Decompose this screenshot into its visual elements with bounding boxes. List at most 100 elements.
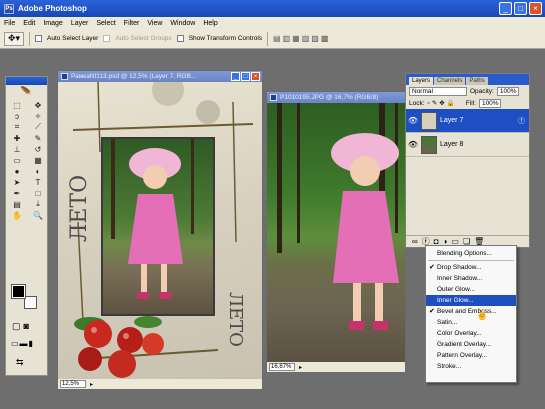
auto-select-groups-label: Auto Select Groups: [115, 35, 172, 42]
foreground-color-swatch[interactable]: [11, 284, 26, 299]
photo-canvas[interactable]: [267, 103, 405, 362]
healing-brush-tool-icon[interactable]: ✚: [7, 133, 27, 143]
menu-item-label: Drop Shadow...: [437, 264, 482, 271]
gradient-tool-icon[interactable]: ▦: [28, 155, 48, 165]
imageready-jump-icon[interactable]: ⇆: [16, 357, 24, 368]
type-tool-icon[interactable]: T: [28, 177, 48, 187]
blur-tool-icon[interactable]: ●: [7, 166, 27, 176]
tab-paths[interactable]: Paths: [466, 77, 488, 85]
menu-item-stroke[interactable]: Stroke...: [426, 361, 516, 372]
dodge-tool-icon[interactable]: ◐: [28, 166, 48, 176]
menu-view[interactable]: View: [147, 20, 162, 27]
menu-item-blending-options[interactable]: Blending Options...: [426, 248, 516, 259]
menu-item-inner-shadow[interactable]: Inner Shadow...: [426, 273, 516, 284]
notes-tool-icon[interactable]: ▤: [7, 199, 27, 209]
layer-row[interactable]: 👁 Layer 8: [406, 133, 529, 157]
close-button[interactable]: ×: [529, 2, 542, 15]
marquee-tool-icon[interactable]: ⬚: [7, 100, 27, 110]
toolbox-header: [6, 77, 47, 85]
document-window-frame: РамкаNf113.psd @ 12,5% (Layer 7, RGB... …: [57, 70, 263, 390]
menu-item-color-overlay[interactable]: Color Overlay...: [426, 328, 516, 339]
frame-text-right: ЛЕТО: [225, 292, 246, 347]
menu-item-bevel-emboss[interactable]: ✔ Bevel and Emboss...: [426, 306, 516, 317]
move-tool-icon[interactable]: ✥: [28, 100, 48, 110]
auto-select-layer-checkbox[interactable]: [35, 35, 42, 42]
auto-select-groups-checkbox[interactable]: [103, 35, 111, 42]
menu-edit[interactable]: Edit: [23, 20, 35, 27]
show-transform-controls-checkbox[interactable]: [176, 35, 184, 42]
app-title: Adobe Photoshop: [18, 4, 87, 13]
document-window-controls: _ □ ×: [231, 72, 260, 81]
lock-icons[interactable]: ▫✎✥🔒: [428, 99, 457, 107]
hand-tool-icon[interactable]: ✋: [7, 210, 27, 220]
auto-select-layer-label: Auto Select Layer: [47, 35, 99, 42]
panel-tabs: Layers Channels Paths: [406, 74, 529, 85]
menu-bar: File Edit Image Layer Select Filter View…: [0, 17, 545, 29]
zoom-field[interactable]: 12,5%: [60, 380, 86, 388]
menu-item-inner-glow[interactable]: Inner Glow...: [426, 295, 516, 306]
background-color-swatch[interactable]: [24, 296, 37, 309]
eye-icon[interactable]: 👁: [408, 140, 418, 150]
menu-separator: [428, 260, 514, 261]
layer-effects-icon[interactable]: ⓕ: [518, 116, 525, 126]
menu-window[interactable]: Window: [170, 20, 195, 27]
menu-image[interactable]: Image: [43, 20, 62, 27]
zoom-tool-icon[interactable]: 🔍: [28, 210, 48, 220]
link-layers-icon[interactable]: ∞: [412, 237, 418, 246]
menu-item-satin[interactable]: Satin...: [426, 317, 516, 328]
menu-help[interactable]: Help: [203, 20, 217, 27]
clone-stamp-tool-icon[interactable]: ⊥: [7, 144, 27, 154]
menu-item-pattern-overlay[interactable]: Pattern Overlay...: [426, 350, 516, 361]
eye-icon[interactable]: 👁: [408, 116, 418, 126]
separator: [29, 31, 30, 46]
blend-mode-select[interactable]: Normal: [409, 86, 467, 96]
maximize-button[interactable]: □: [514, 2, 527, 15]
tab-channels[interactable]: Channels: [434, 77, 466, 85]
crop-tool-icon[interactable]: ⌗: [7, 122, 27, 132]
slice-tool-icon[interactable]: ⟋: [28, 122, 48, 132]
shape-tool-icon[interactable]: □: [28, 188, 48, 198]
lasso-tool-icon[interactable]: ↄ: [7, 111, 27, 121]
status-arrow-icon[interactable]: ▸: [299, 364, 302, 371]
pen-tool-icon[interactable]: ✒: [7, 188, 27, 198]
frame-canvas[interactable]: ЛЕТО ЛЕТО: [58, 82, 262, 379]
document-icon: [61, 73, 68, 80]
move-tool-preset-icon[interactable]: ✥▾: [4, 31, 24, 46]
document-title-bar[interactable]: P1010195.JPG @ 16,7% (RGB/8): [267, 92, 405, 103]
opacity-label: Opacity:: [470, 87, 494, 95]
title-bar: Ps Adobe Photoshop: [0, 0, 545, 17]
menu-item-drop-shadow[interactable]: ✔ Drop Shadow...: [426, 262, 516, 273]
eyedropper-tool-icon[interactable]: ⤓: [28, 199, 48, 209]
menu-item-outer-glow[interactable]: Outer Glow...: [426, 284, 516, 295]
doc-minimize-button[interactable]: _: [231, 72, 240, 81]
menu-item-gradient-overlay[interactable]: Gradient Overlay...: [426, 339, 516, 350]
toolbox: 🪶 ⬚ ✥ ↄ ✧ ⌗ ⟋ ✚ ✎ ⊥ ↺ ▭ ▦ ● ◐ ➤ T ✒ □ ▤ …: [5, 76, 48, 376]
document-title: P1010195.JPG @ 16,7% (RGB/8): [280, 94, 379, 101]
document-title: РамкаNf113.psd @ 12,5% (Layer 7, RGB...: [71, 73, 197, 80]
align-icons[interactable]: ▤▥▦▧▨▩: [273, 34, 330, 43]
eraser-tool-icon[interactable]: ▭: [7, 155, 27, 165]
fill-field[interactable]: 100%: [478, 98, 501, 108]
menu-filter[interactable]: Filter: [124, 20, 140, 27]
lock-row: Lock: ▫✎✥🔒 Fill: 100%: [406, 97, 529, 109]
fill-label: Fill:: [465, 99, 476, 107]
minimize-button[interactable]: _: [499, 2, 512, 15]
quick-mask-icons[interactable]: ▢◙: [12, 321, 32, 332]
menu-file[interactable]: File: [4, 20, 15, 27]
status-arrow-icon[interactable]: ▸: [90, 381, 93, 388]
frame-text-left: ЛЕТО: [67, 175, 92, 242]
magic-wand-tool-icon[interactable]: ✧: [28, 111, 48, 121]
brush-tool-icon[interactable]: ✎: [28, 133, 48, 143]
zoom-field[interactable]: 16,67%: [269, 363, 295, 371]
doc-close-button[interactable]: ×: [251, 72, 260, 81]
layer-row[interactable]: 👁 Layer 7 ⓕ: [406, 109, 529, 133]
lock-label: Lock:: [409, 99, 425, 107]
menu-select[interactable]: Select: [96, 20, 115, 27]
menu-layer[interactable]: Layer: [71, 20, 89, 27]
history-brush-tool-icon[interactable]: ↺: [28, 144, 48, 154]
opacity-field[interactable]: 100%: [496, 86, 519, 96]
doc-maximize-button[interactable]: □: [241, 72, 250, 81]
path-selection-tool-icon[interactable]: ➤: [7, 177, 27, 187]
screen-mode-icons[interactable]: ▭▬▮: [11, 339, 34, 348]
tab-layers[interactable]: Layers: [409, 77, 434, 85]
